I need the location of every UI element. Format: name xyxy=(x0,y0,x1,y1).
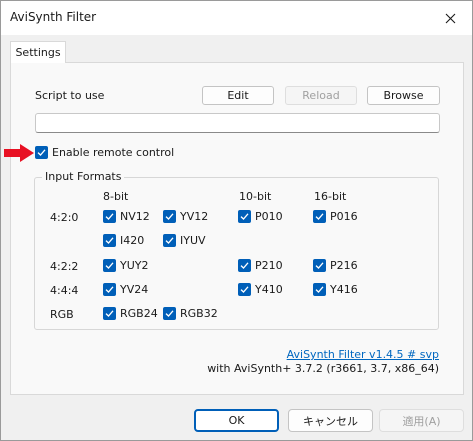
format-nv12-checkbox[interactable]: NV12 xyxy=(103,210,150,223)
format-y410-checkbox[interactable]: Y410 xyxy=(238,283,283,296)
format-label: P010 xyxy=(255,210,283,223)
checkbox-checked-icon xyxy=(313,283,326,296)
checkbox-checked-icon xyxy=(238,283,251,296)
script-path-input[interactable] xyxy=(35,113,440,133)
format-label: P210 xyxy=(255,259,283,272)
input-formats-title: Input Formats xyxy=(42,170,125,183)
enable-remote-control-checkbox[interactable]: Enable remote control xyxy=(35,146,174,159)
avisynth-version-text: with AviSynth+ 3.7.2 (r3661, 3.7, x86_64… xyxy=(207,362,439,375)
col-header-16bit: 16-bit xyxy=(314,190,347,203)
row-label-444: 4:4:4 xyxy=(50,284,79,297)
format-yuy2-checkbox[interactable]: YUY2 xyxy=(103,259,149,272)
browse-button[interactable]: Browse xyxy=(367,86,440,105)
dialog-window: AviSynth Filter Settings Script to use E… xyxy=(0,0,473,441)
checkbox-checked-icon xyxy=(35,146,48,159)
format-label: IYUV xyxy=(180,234,206,247)
title-bar: AviSynth Filter xyxy=(1,1,472,35)
format-p010-checkbox[interactable]: P010 xyxy=(238,210,283,223)
edit-button[interactable]: Edit xyxy=(202,86,274,105)
format-label: I420 xyxy=(120,234,145,247)
close-button[interactable] xyxy=(432,5,468,31)
checkbox-checked-icon xyxy=(238,210,251,223)
format-label: Y416 xyxy=(330,283,358,296)
format-p210-checkbox[interactable]: P210 xyxy=(238,259,283,272)
red-arrow-icon xyxy=(4,144,34,162)
format-yv24-checkbox[interactable]: YV24 xyxy=(103,283,148,296)
close-icon xyxy=(445,13,455,23)
format-label: Y410 xyxy=(255,283,283,296)
checkbox-checked-icon xyxy=(103,307,116,320)
tab-settings[interactable]: Settings xyxy=(10,41,66,63)
col-header-10bit: 10-bit xyxy=(239,190,272,203)
format-label: YV12 xyxy=(180,210,209,223)
format-y416-checkbox[interactable]: Y416 xyxy=(313,283,358,296)
cancel-button[interactable]: キャンセル xyxy=(288,409,373,432)
format-label: P016 xyxy=(330,210,358,223)
checkbox-checked-icon xyxy=(163,307,176,320)
format-iyuv-checkbox[interactable]: IYUV xyxy=(163,234,206,247)
checkbox-checked-icon xyxy=(238,259,251,272)
format-label: NV12 xyxy=(120,210,150,223)
apply-button[interactable]: 適用(A) xyxy=(379,409,464,432)
enable-remote-control-label: Enable remote control xyxy=(52,146,175,159)
about-link[interactable]: AviSynth Filter v1.4.5 # svp xyxy=(287,348,439,361)
row-label-422: 4:2:2 xyxy=(50,260,79,273)
ok-button[interactable]: OK xyxy=(194,409,279,432)
checkbox-checked-icon xyxy=(313,210,326,223)
checkbox-checked-icon xyxy=(103,210,116,223)
format-label: RGB32 xyxy=(180,307,218,320)
checkbox-checked-icon xyxy=(103,234,116,247)
format-rgb24-checkbox[interactable]: RGB24 xyxy=(103,307,158,320)
checkbox-checked-icon xyxy=(313,259,326,272)
format-label: P216 xyxy=(330,259,358,272)
format-yv12-checkbox[interactable]: YV12 xyxy=(163,210,208,223)
format-p216-checkbox[interactable]: P216 xyxy=(313,259,358,272)
checkbox-checked-icon xyxy=(103,259,116,272)
format-rgb32-checkbox[interactable]: RGB32 xyxy=(163,307,218,320)
reload-button[interactable]: Reload xyxy=(285,86,357,105)
row-label-420: 4:2:0 xyxy=(50,211,79,224)
format-i420-checkbox[interactable]: I420 xyxy=(103,234,144,247)
window-title: AviSynth Filter xyxy=(10,10,97,24)
checkbox-checked-icon xyxy=(103,283,116,296)
format-label: RGB24 xyxy=(120,307,158,320)
col-header-8bit: 8-bit xyxy=(103,190,129,203)
format-label: YUY2 xyxy=(120,259,149,272)
input-formats-group xyxy=(34,177,439,330)
format-p016-checkbox[interactable]: P016 xyxy=(313,210,358,223)
script-label: Script to use xyxy=(35,89,105,102)
format-label: YV24 xyxy=(120,283,149,296)
checkbox-checked-icon xyxy=(163,210,176,223)
row-label-rgb: RGB xyxy=(50,308,74,321)
checkbox-checked-icon xyxy=(163,234,176,247)
